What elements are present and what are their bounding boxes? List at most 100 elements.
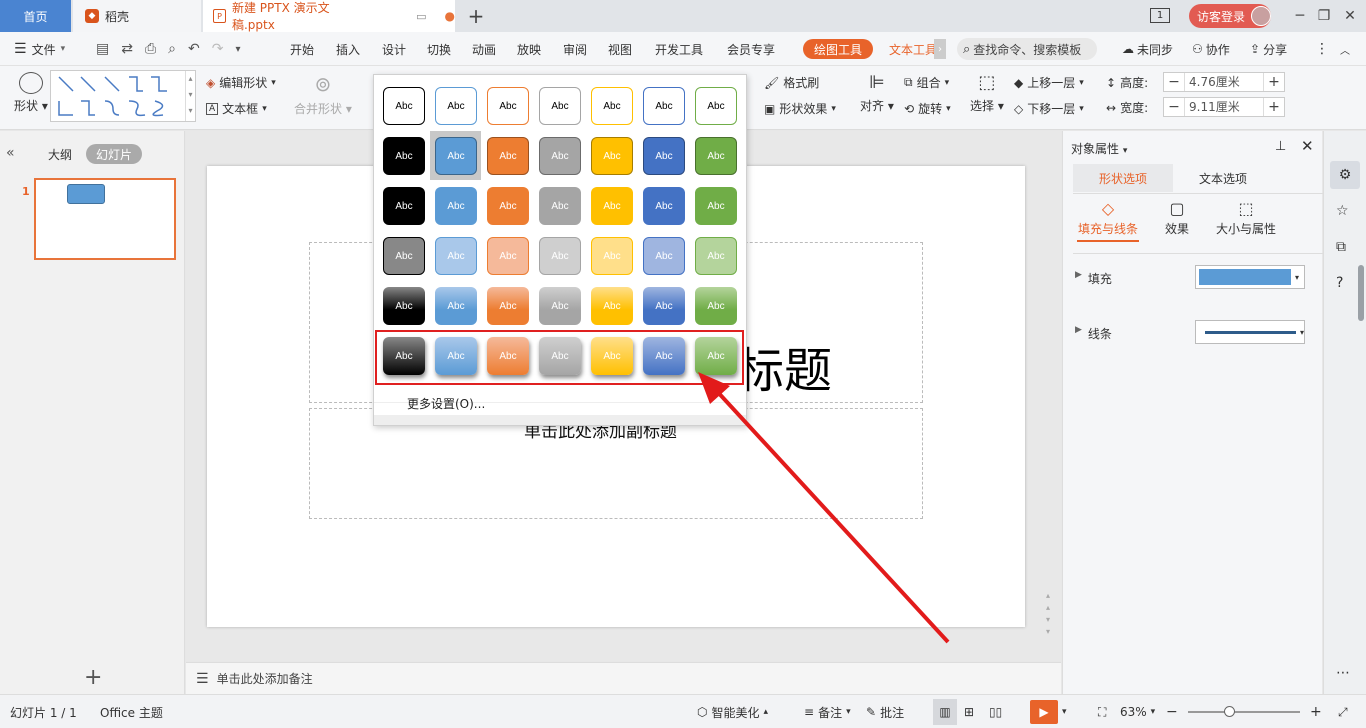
textbox-button[interactable]: A 文本框▾ [206, 100, 267, 117]
tab-slides[interactable]: 幻灯片 [86, 144, 142, 164]
style-swatch[interactable]: Abc [383, 187, 425, 225]
notes-bar[interactable]: ☰ 单击此处添加备注 [186, 662, 1061, 694]
visitor-login-button[interactable]: 访客登录 [1189, 4, 1271, 28]
tab-daoke[interactable]: ◆ 稻壳 [73, 0, 201, 32]
style-swatch[interactable]: Abc [591, 237, 633, 275]
reading-view-icon[interactable]: ▯▯ [989, 695, 1002, 728]
zoom-slider-thumb[interactable] [1224, 706, 1235, 717]
tab-drawing-tools[interactable]: 绘图工具 [803, 39, 873, 59]
fill-color-select[interactable]: ▾ [1195, 265, 1305, 289]
style-swatch[interactable]: Abc [591, 87, 633, 125]
send-backward-button[interactable]: ◇ 下移一层▾ [1014, 100, 1084, 117]
menu-transition[interactable]: 切换 [427, 32, 451, 66]
tab-outline[interactable]: 大纲 [40, 144, 80, 164]
close-panel-icon[interactable]: ✕ [1301, 137, 1314, 155]
style-swatch[interactable]: Abc [487, 137, 529, 175]
style-swatch[interactable]: Abc [487, 237, 529, 275]
style-swatch[interactable]: Abc [487, 287, 529, 325]
slide-thumbnail[interactable] [34, 178, 176, 260]
normal-view-icon[interactable]: ▥ [933, 699, 957, 725]
comments-button[interactable]: ✎ 批注 [866, 695, 904, 728]
style-swatch[interactable]: Abc [435, 87, 477, 125]
zoom-value[interactable]: 63% ▾ [1120, 695, 1155, 728]
select-button[interactable]: ⬚ 选择 ▾ [970, 72, 1004, 114]
canvas-scroll-icon[interactable]: ▴▴▾▾ [1046, 590, 1050, 638]
style-swatch[interactable]: Abc [383, 287, 425, 325]
help-icon[interactable]: ? [1336, 275, 1343, 291]
collab-button[interactable]: ⚇ 协作 [1192, 32, 1230, 66]
save-icon[interactable]: ▤ [96, 41, 109, 57]
format-painter-button[interactable]: 🖌 格式刷 [764, 74, 819, 91]
menu-membership[interactable]: 会员专享 [727, 32, 775, 66]
collapse-panel-icon[interactable]: « [6, 145, 15, 161]
style-swatch[interactable]: Abc [435, 187, 477, 225]
gallery-scroll-icon[interactable]: ▴▾▾ [185, 71, 195, 121]
ribbon-scroll-right-icon[interactable]: › [934, 39, 946, 59]
style-swatch[interactable]: Abc [435, 137, 477, 175]
file-menu[interactable]: ☰ 文件 ▾ [14, 32, 65, 66]
fill-line-tab[interactable]: ◇ 填充与线条 [1077, 199, 1139, 242]
menu-insert[interactable]: 插入 [336, 32, 360, 66]
line-section[interactable]: ▶ 线条 [1075, 325, 1112, 342]
menu-design[interactable]: 设计 [382, 32, 406, 66]
shape-button[interactable]: 形状 ▾ [14, 72, 48, 114]
undo-icon[interactable]: ↶ [188, 41, 200, 57]
print-preview-icon[interactable]: ⌕ [168, 41, 176, 57]
align-button[interactable]: ⊫ 对齐 ▾ [860, 72, 894, 114]
zoom-slider[interactable] [1188, 711, 1300, 713]
style-swatch[interactable]: Abc [539, 237, 581, 275]
height-value[interactable]: 4.76厘米 [1184, 73, 1264, 91]
new-tab-button[interactable]: + [466, 0, 486, 32]
style-swatch[interactable]: Abc [435, 287, 477, 325]
share-button[interactable]: ⇪ 分享 [1250, 32, 1287, 66]
effect-tab[interactable]: ▢ 效果 [1159, 199, 1195, 237]
menu-start[interactable]: 开始 [290, 32, 314, 66]
style-swatch[interactable]: Abc [591, 137, 633, 175]
zoom-out-button[interactable]: − [1166, 695, 1178, 728]
shape-gallery[interactable]: ▴▾▾ [50, 70, 196, 122]
zoom-in-button[interactable]: + [1310, 695, 1322, 728]
size-property-tab[interactable]: ⬚ 大小与属性 [1213, 199, 1279, 237]
style-swatch[interactable]: Abc [695, 237, 737, 275]
slideshow-options-icon[interactable]: ▾ [1062, 695, 1067, 728]
style-swatch[interactable]: Abc [591, 187, 633, 225]
style-swatch[interactable]: Abc [695, 87, 737, 125]
style-swatch[interactable]: Abc [539, 137, 581, 175]
output-icon[interactable]: ⇄ [121, 41, 133, 57]
style-swatch[interactable]: Abc [591, 287, 633, 325]
monitor-icon[interactable]: ▭ [416, 10, 426, 23]
height-decrease-button[interactable]: − [1164, 73, 1184, 91]
style-swatch[interactable]: Abc [383, 137, 425, 175]
customize-icon[interactable]: ▾ [235, 44, 240, 55]
style-swatch[interactable]: Abc [695, 187, 737, 225]
play-slideshow-button[interactable]: ▶ [1030, 700, 1058, 724]
line-color-select[interactable]: ▾ [1195, 320, 1305, 344]
width-increase-button[interactable]: + [1264, 98, 1284, 116]
style-swatch[interactable]: Abc [643, 237, 685, 275]
width-decrease-button[interactable]: − [1164, 98, 1184, 116]
side-scrollbar[interactable] [1358, 265, 1364, 321]
height-stepper[interactable]: − 4.76厘米 + [1163, 72, 1285, 92]
style-swatch[interactable]: Abc [539, 187, 581, 225]
search-box[interactable]: ⌕ 查找命令、搜索模板 [957, 38, 1097, 60]
tab-document[interactable]: P 新建 PPTX 演示文稿.pptx ▭ ● [203, 0, 455, 32]
style-swatch[interactable]: Abc [539, 87, 581, 125]
height-increase-button[interactable]: + [1264, 73, 1284, 91]
slide-sorter-icon[interactable]: ⊞ [964, 695, 974, 728]
style-swatch[interactable]: Abc [487, 187, 529, 225]
properties-icon[interactable]: ⚙ [1330, 161, 1360, 189]
page-indicator[interactable]: 1 [1150, 8, 1170, 23]
star-icon[interactable]: ☆ [1336, 203, 1349, 219]
merge-shape-button[interactable]: ⊚ 合并形状 ▾ [294, 72, 352, 117]
style-swatch[interactable]: Abc [643, 287, 685, 325]
style-swatch[interactable]: Abc [383, 237, 425, 275]
fit-window-icon[interactable]: ⛶ [1098, 695, 1106, 728]
close-icon[interactable]: ✕ [1333, 0, 1366, 32]
bring-forward-button[interactable]: ◆ 上移一层▾ [1014, 74, 1084, 91]
add-slide-icon[interactable]: + [84, 665, 102, 690]
style-swatch[interactable]: Abc [487, 87, 529, 125]
menu-animation[interactable]: 动画 [472, 32, 496, 66]
menu-developer[interactable]: 开发工具 [655, 32, 703, 66]
sync-button[interactable]: ☁ 未同步 [1122, 32, 1173, 66]
theme-name[interactable]: Office 主题 [100, 695, 163, 728]
